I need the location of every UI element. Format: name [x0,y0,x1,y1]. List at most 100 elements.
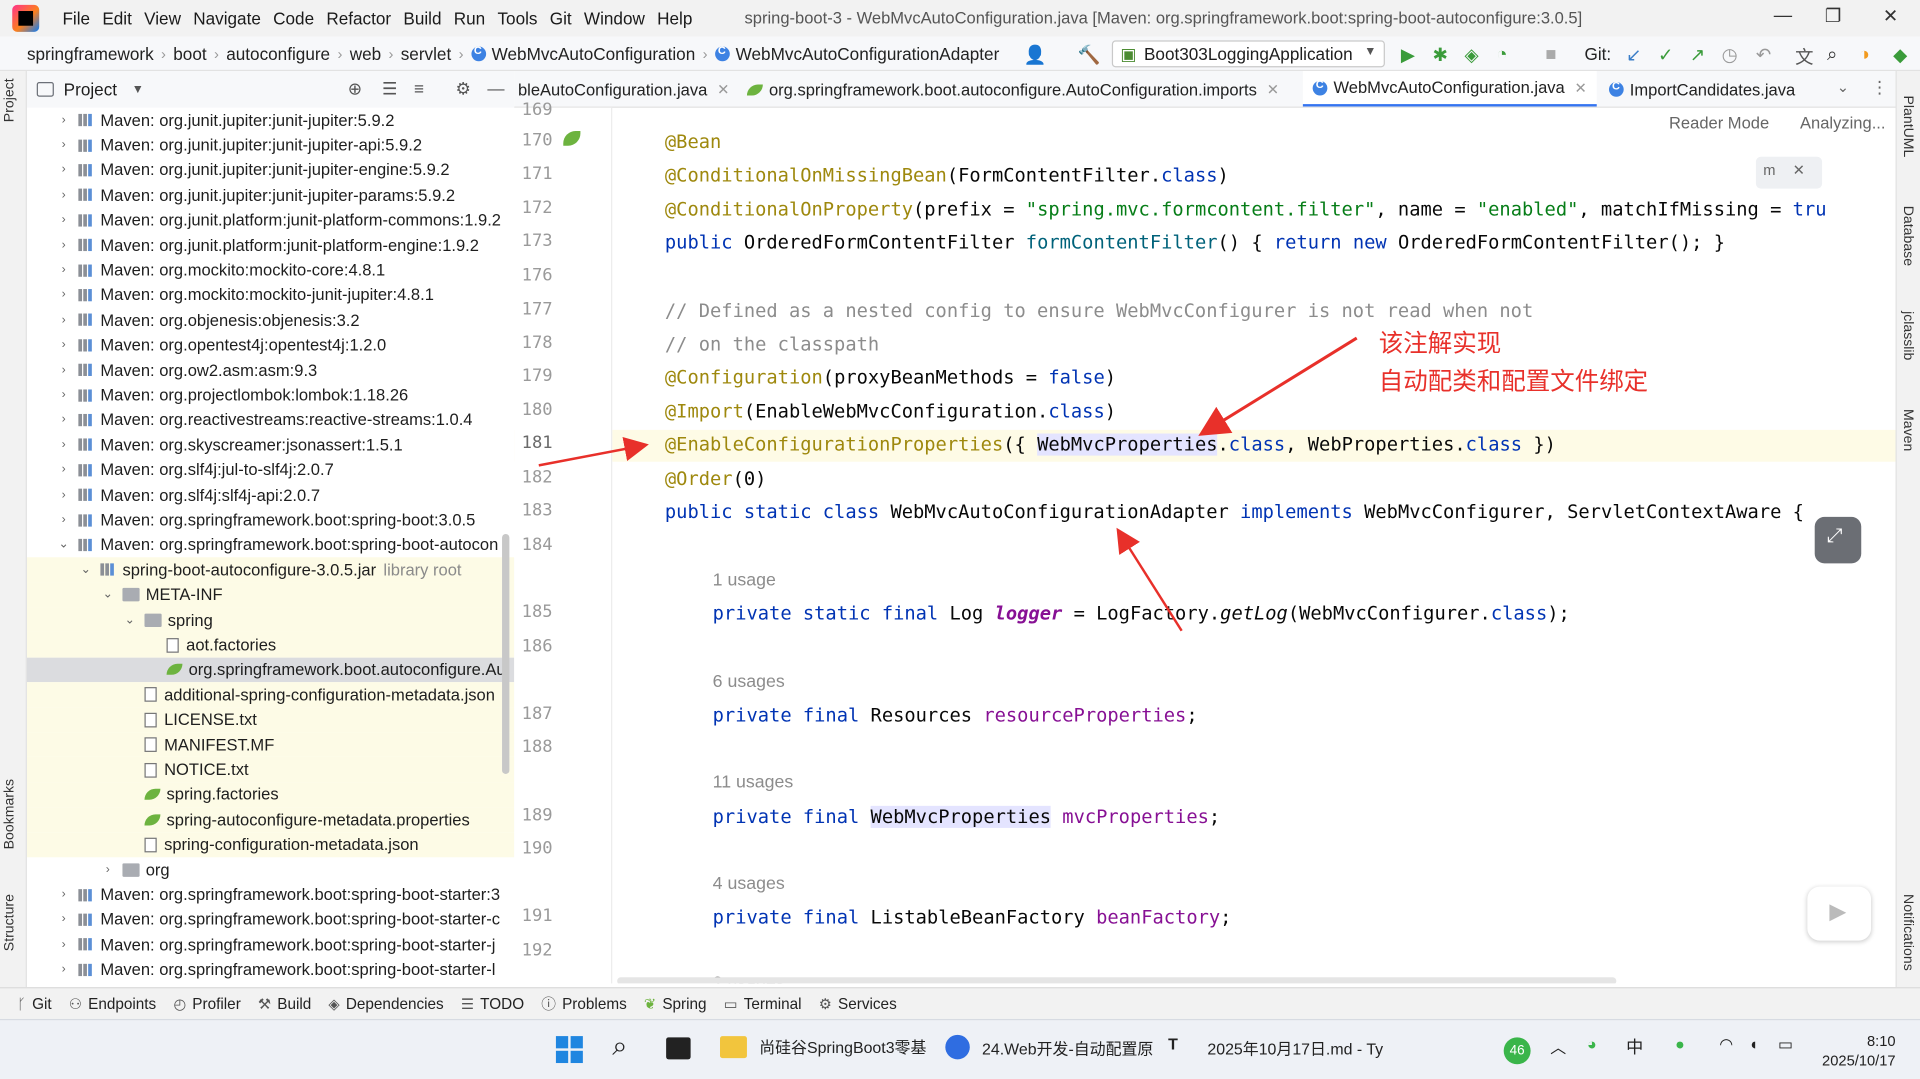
tab-endpoints[interactable]: ⚇ Endpoints [69,995,156,1012]
expand-chevron-icon[interactable]: › [100,863,115,876]
stop-icon[interactable]: ■ [1545,44,1556,65]
tree-item[interactable]: org.springframework.boot.autoconfigure.A… [26,657,515,683]
tree-item[interactable]: › Maven: org.opentest4j:opentest4j:1.2.0 [27,333,514,358]
tree-item[interactable]: › Maven: org.junit.platform:junit-platfor… [27,208,514,233]
tray-wechat-icon[interactable]: ● [1675,1035,1685,1053]
tree-item[interactable]: ⌄ spring-boot-autoconfigure-3.0.5.jar libr… [26,557,515,583]
tree-item[interactable]: spring-configuration-metadata.json [26,832,515,858]
line-number[interactable]: 185 [522,603,571,623]
git-update-icon[interactable]: ↙ [1626,44,1641,66]
menu-navigate[interactable]: Navigate [187,9,267,29]
tray-app-icon[interactable]: ◕ [1587,1035,1597,1053]
markdown-toggle-button[interactable]: m ✕ [1755,156,1823,189]
line-number[interactable]: 180 [522,400,571,420]
tree-item[interactable]: ⌄ META-INF [26,582,515,608]
line-number[interactable]: 191 [522,906,571,926]
expand-chevron-icon[interactable]: › [56,438,71,451]
expand-chevron-icon[interactable]: › [56,513,71,526]
taskbar-app-browser[interactable]: 24.Web开发-自动配置原 [945,1034,1153,1060]
tree-item[interactable]: › Maven: org.springframework.boot:spring-… [27,508,514,533]
translate-icon[interactable]: 文 [1795,44,1813,70]
line-number[interactable]: 184 [522,535,571,555]
tree-item[interactable]: spring.factories [26,782,515,808]
usages-hint[interactable]: 11 usages [713,773,794,793]
tree-item[interactable]: › org [27,857,514,882]
tab-problems[interactable]: ⓘ Problems [541,993,626,1014]
editor-tab-3[interactable]: ImportCandidates.java [1608,71,1795,107]
tab-jclasslib[interactable]: jclasslib [1900,311,1915,360]
line-number[interactable]: 177 [522,300,571,320]
tab-build[interactable]: ⚒ Build [258,995,311,1012]
line-number[interactable]: 173 [522,231,571,251]
git-push-icon[interactable]: ↗ [1690,44,1705,66]
reader-mode-button[interactable]: Reader Mode [1669,114,1769,132]
profile-icon[interactable]: ◔ [1496,44,1507,65]
tree-item[interactable]: › Maven: org.objenesis:objenesis:3.2 [27,308,514,333]
tray-chevron-up-icon[interactable]: ︿ [1550,1035,1566,1058]
editor-tab-1[interactable]: org.springframework.boot.autoconfigure.A… [746,71,1279,107]
breadcrumb-servlet[interactable]: servlet [396,43,456,63]
ime-indicator[interactable]: 中 [1626,1035,1643,1059]
line-number[interactable]: 176 [522,266,571,286]
run-configuration-select[interactable]: ▣ Boot303LoggingApplication ▼ [1111,40,1385,68]
expand-chevron-icon[interactable]: › [56,463,71,476]
expand-chevron-icon[interactable]: › [56,263,71,276]
tree-item[interactable]: › Maven: org.junit.platform:junit-platfor… [27,233,514,258]
menu-build[interactable]: Build [397,9,447,29]
expand-chevron-icon[interactable]: › [56,238,71,251]
assistant-icon[interactable]: ◆ [1893,44,1907,66]
tree-item[interactable]: › Maven: org.junit.jupiter:junit-jupiter-… [27,183,514,208]
line-number[interactable]: 188 [522,737,571,757]
tab-dependencies[interactable]: ◈ Dependencies [328,995,443,1012]
gear-icon[interactable]: ⚙ [456,78,471,99]
git-commit-icon[interactable]: ✓ [1658,44,1673,66]
battery-icon[interactable]: ▭ [1778,1035,1793,1055]
expand-chevron-icon[interactable]: › [56,213,71,226]
breadcrumb-springframework[interactable]: springframework [22,43,159,63]
close-icon[interactable]: ✕ [1267,81,1279,98]
tree-item[interactable]: › Maven: org.skyscreamer:jsonassert:1.5.1 [27,433,514,458]
tree-item[interactable]: › Maven: org.projectlombok:lombok:1.18.26 [27,383,514,408]
expand-chevron-icon[interactable]: › [56,338,71,351]
menu-window[interactable]: Window [578,9,651,29]
search-icon[interactable]: ⌕ [1827,44,1837,65]
breadcrumb-boot[interactable]: boot [168,43,211,63]
expand-chevron-icon[interactable]: › [56,188,71,201]
expand-chevron-icon[interactable]: › [56,313,71,326]
expand-all-icon[interactable]: ☰ [382,78,397,99]
expand-chevron-icon[interactable]: › [56,138,71,151]
tree-item[interactable]: ⌄ Maven: org.springframework.boot:spring-… [27,532,514,557]
collapse-all-icon[interactable]: ≡ [414,78,424,98]
tab-database[interactable]: Database [1900,206,1915,266]
tree-item[interactable]: › Maven: org.junit.jupiter:junit-jupiter-… [27,133,514,158]
tabs-dropdown-icon[interactable]: ⌄ [1837,78,1849,95]
breadcrumb-autoconfigure[interactable]: autoconfigure [221,43,335,63]
tree-item[interactable]: › Maven: org.slf4j:slf4j-api:2.0.7 [27,483,514,508]
breadcrumb-inner-class[interactable]: WebMvcAutoConfigurationAdapter [710,43,1004,63]
tab-maven[interactable]: Maven [1900,409,1915,451]
debug-icon[interactable]: ✱ [1433,44,1448,66]
tab-spring[interactable]: ❦ Spring [644,995,707,1012]
windows-start-icon[interactable] [555,1036,583,1064]
clock[interactable]: 8:10 2025/10/17 [1822,1031,1896,1070]
locate-icon[interactable]: ⊕ [348,78,362,99]
usages-hint[interactable]: 1 usage [713,571,776,591]
expand-chevron-icon[interactable]: ⌄ [100,588,115,601]
run-icon[interactable]: ▶ [1401,44,1415,66]
more-icon[interactable]: ⋮ [1871,77,1888,98]
tree-item[interactable]: MANIFEST.MF [26,732,515,758]
user-icon[interactable]: 👤 [1024,44,1047,66]
tree-item[interactable]: › Maven: org.junit.jupiter:junit-jupiter:… [27,108,514,133]
expand-preview-button[interactable]: ⤢ [1814,516,1862,564]
video-play-button[interactable]: ▶ [1807,886,1872,941]
menu-help[interactable]: Help [651,9,699,29]
history-icon[interactable]: ◷ [1722,44,1738,66]
expand-chevron-icon[interactable]: ⌄ [122,613,137,626]
breadcrumb-class[interactable]: WebMvcAutoConfiguration [466,43,700,63]
menu-view[interactable]: View [138,9,187,29]
menu-code[interactable]: Code [267,9,320,29]
tree-item[interactable]: spring-autoconfigure-metadata.properties [26,807,515,833]
volume-icon[interactable]: ◖ [1749,1035,1759,1053]
usages-hint[interactable]: 4 usages [713,874,785,894]
expand-chevron-icon[interactable]: › [56,938,71,951]
